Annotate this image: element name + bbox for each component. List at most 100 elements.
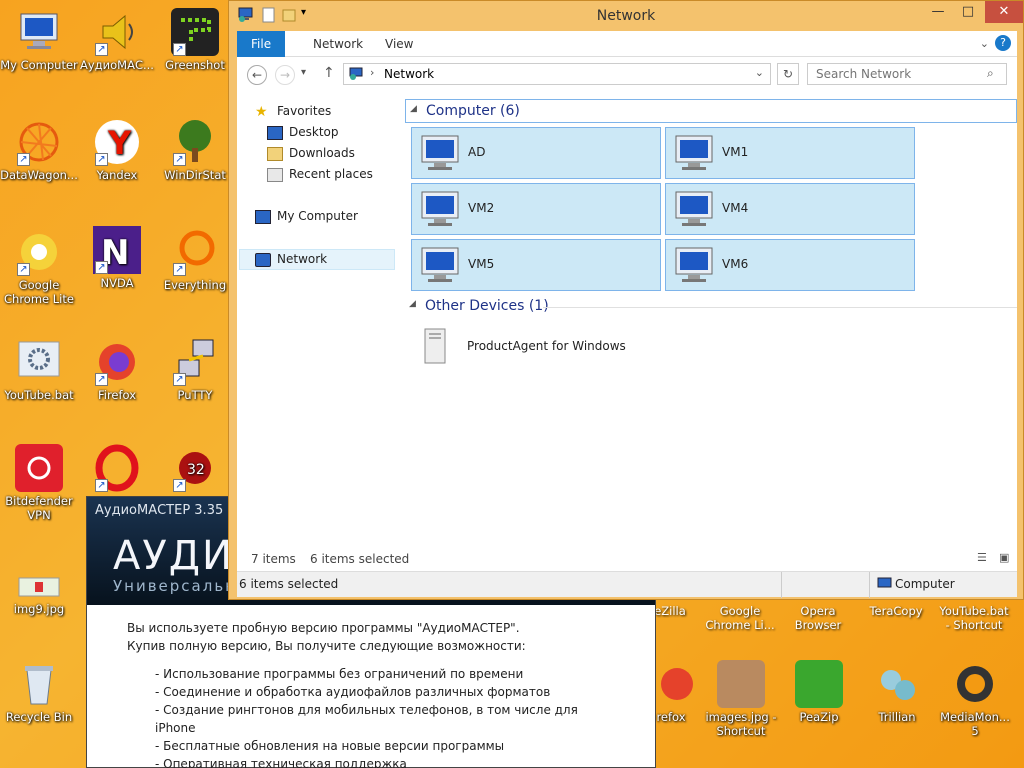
desktop-icon-label: WinDirStat	[164, 168, 226, 182]
desktop-icon-yandex[interactable]: Y ↗ Yandex	[78, 118, 156, 182]
main-pane: ★ Favorites Desktop Downloads Recent plac…	[237, 93, 1017, 571]
device-item-productagent[interactable]: ProductAgent for Windows	[411, 325, 661, 369]
desktop-icon-nvda[interactable]: N ↗ NVDA	[78, 226, 156, 290]
nav-desktop[interactable]: Desktop	[267, 122, 339, 143]
device-name: ProductAgent for Windows	[467, 339, 626, 353]
desktop-icon-opera[interactable]: ↗	[78, 444, 156, 494]
nav-label: Desktop	[289, 125, 339, 139]
group-header-other-devices[interactable]: ◢ Other Devices (1)	[405, 295, 1017, 319]
computer-icon	[421, 191, 459, 226]
desktop-icon-puzzle[interactable]: 32 ↗	[156, 444, 234, 494]
close-button[interactable]: ✕	[985, 1, 1023, 23]
computer-item-vm5[interactable]: VM5	[411, 239, 661, 291]
nav-recent-places[interactable]: Recent places	[267, 164, 373, 185]
recent-places-icon	[267, 167, 283, 182]
minimize-button[interactable]: —	[923, 1, 953, 23]
shortcut-arrow-icon: ↗	[173, 43, 186, 56]
refresh-icon[interactable]: ↻	[777, 63, 799, 85]
desktop-icon-datawagon[interactable]: ↗ DataWagon...	[0, 118, 78, 182]
network-location-icon	[348, 67, 366, 84]
image-file-icon	[717, 660, 765, 708]
shortcut-arrow-icon: ↗	[173, 373, 186, 386]
content-pane: ◢ Computer (6) AD VM1 VM2 VM4 VM5 VM6 ◢ …	[397, 93, 1017, 571]
bitdefender-icon	[15, 444, 63, 492]
address-text: Network	[384, 67, 435, 81]
shortcut-arrow-icon: ↗	[95, 479, 108, 492]
search-icon[interactable]: ⌕	[987, 66, 994, 81]
help-icon[interactable]: ?	[995, 35, 1011, 51]
up-button[interactable]: ↑	[323, 65, 335, 81]
desktop-icon-putty[interactable]: ↗ PuTTY	[156, 338, 234, 402]
nav-network[interactable]: Network	[255, 249, 327, 270]
downloads-folder-icon	[267, 146, 283, 161]
desktop-icon-peazip[interactable]: PeaZip	[780, 660, 858, 724]
desktop-folder-icon	[267, 125, 283, 140]
everything-icon: ↗	[171, 228, 219, 276]
computer-item-ad[interactable]: AD	[411, 127, 661, 179]
desktop-icon-firefox[interactable]: ↗ Firefox	[78, 338, 156, 402]
desktop-icon-windirstat[interactable]: ↗ WinDirStat	[156, 118, 234, 182]
gear-icon	[15, 338, 63, 386]
nav-favorites[interactable]: ★ Favorites	[255, 101, 331, 122]
nvda-icon: N ↗	[93, 226, 141, 274]
putty-icon: ↗	[171, 338, 219, 386]
chrome-icon: ↗	[15, 228, 63, 276]
address-dropdown-icon[interactable]: ⌄	[755, 66, 764, 79]
recent-locations-dropdown-icon[interactable]: ▾	[301, 67, 306, 78]
computer-icon	[421, 247, 459, 282]
desktop-label-teracopy[interactable]: TeraCopy	[858, 604, 934, 618]
bottom-selected-count: 6 items selected	[239, 577, 339, 591]
tab-file[interactable]: File	[237, 31, 286, 57]
search-input[interactable]	[807, 63, 1007, 85]
computer-item-vm4[interactable]: VM4	[665, 183, 915, 235]
computer-item-vm1[interactable]: VM1	[665, 127, 915, 179]
nav-my-computer[interactable]: My Computer	[255, 206, 358, 227]
nav-label: My Computer	[277, 209, 358, 223]
group-header-computer[interactable]: ◢ Computer (6)	[405, 99, 1017, 123]
tab-network[interactable]: Network	[299, 31, 377, 57]
desktop-icon-everything[interactable]: ↗ Everything	[156, 228, 234, 292]
address-box[interactable]: › Network ⌄	[343, 63, 771, 85]
desktop-icon-label: Greenshot	[165, 58, 225, 72]
desktop-icon-label: img9.jpg	[13, 602, 65, 616]
desktop-label-youtube-bat-shortcut[interactable]: YouTube.bat - Shortcut	[936, 604, 1012, 632]
forward-button[interactable]: →	[275, 65, 295, 85]
details-view-icon[interactable]: ☰	[977, 551, 987, 564]
shortcut-arrow-icon: ↗	[95, 153, 108, 166]
badge-32: 32	[187, 462, 205, 478]
desktop-icon-recycle-bin[interactable]: Recycle Bin	[0, 660, 78, 724]
desktop-label-chrome-lite[interactable]: Google Chrome Li...	[702, 604, 778, 632]
desktop-icon-youtube-bat[interactable]: YouTube.bat	[0, 338, 78, 402]
large-icons-view-icon[interactable]: ▣	[999, 551, 1009, 564]
speaker-icon: ↗	[93, 8, 141, 56]
desktop-icon-trillian[interactable]: Trillian	[858, 660, 936, 724]
desktop-label-opera[interactable]: Opera Browser	[780, 604, 856, 632]
nav-label: Recent places	[289, 167, 373, 181]
nav-label: Downloads	[289, 146, 355, 160]
maximize-button[interactable]: □	[953, 1, 983, 23]
ribbon-expand-icon[interactable]: ⌄	[980, 37, 989, 50]
tab-view[interactable]: View	[371, 31, 427, 57]
shortcut-arrow-icon: ↗	[17, 153, 30, 166]
computer-item-vm2[interactable]: VM2	[411, 183, 661, 235]
computer-item-vm6[interactable]: VM6	[665, 239, 915, 291]
desktop-icon-bitdefender-vpn[interactable]: Bitdefender VPN	[0, 444, 78, 522]
desktop-icon-audiomaster[interactable]: ↗ АудиоМАС...	[78, 8, 156, 72]
device-icon	[424, 328, 446, 364]
desktop-icon-mediamonkey[interactable]: MediaMon... 5	[936, 660, 1014, 738]
monitor-icon	[15, 8, 63, 56]
desktop-icon-google-chrome-lite[interactable]: ↗ Google Chrome Lite	[0, 228, 78, 306]
desktop-icon-my-computer[interactable]: My Computer	[0, 8, 78, 72]
back-button[interactable]: ←	[247, 65, 267, 85]
desktop-icon-img9[interactable]: img9.jpg	[0, 572, 78, 616]
desktop-icon-label: images.jpg - Shortcut	[705, 710, 777, 738]
computer-icon	[675, 247, 713, 282]
desktop-icon-greenshot[interactable]: ↗ Greenshot	[156, 8, 234, 72]
group-divider	[543, 307, 1017, 308]
desktop-icon-label: Firefox	[97, 388, 137, 402]
nav-downloads[interactable]: Downloads	[267, 143, 355, 164]
bottom-location: Computer	[895, 577, 955, 591]
desktop-icon-images-jpg[interactable]: images.jpg - Shortcut	[702, 660, 780, 738]
shortcut-arrow-icon: ↗	[173, 479, 186, 492]
feature-item: - Создание рингтонов для мобильных телеф…	[155, 703, 578, 735]
